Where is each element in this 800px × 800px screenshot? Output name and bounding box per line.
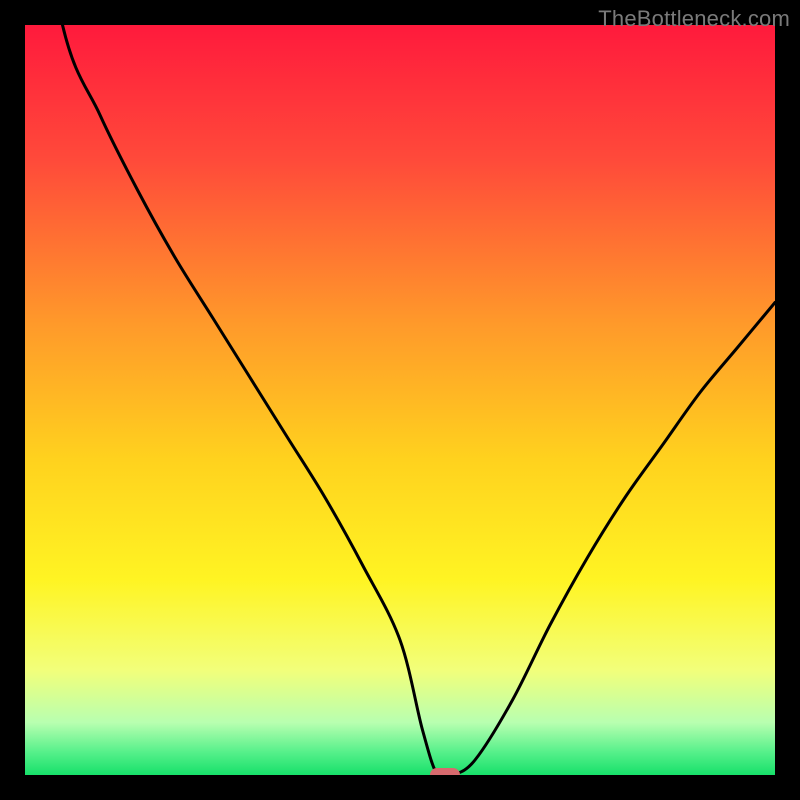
chart-plot-area xyxy=(25,25,775,775)
optimum-marker xyxy=(430,768,460,775)
watermark-text: TheBottleneck.com xyxy=(598,6,790,32)
chart-svg xyxy=(25,25,775,775)
chart-frame: TheBottleneck.com xyxy=(0,0,800,800)
gradient-background xyxy=(25,25,775,775)
